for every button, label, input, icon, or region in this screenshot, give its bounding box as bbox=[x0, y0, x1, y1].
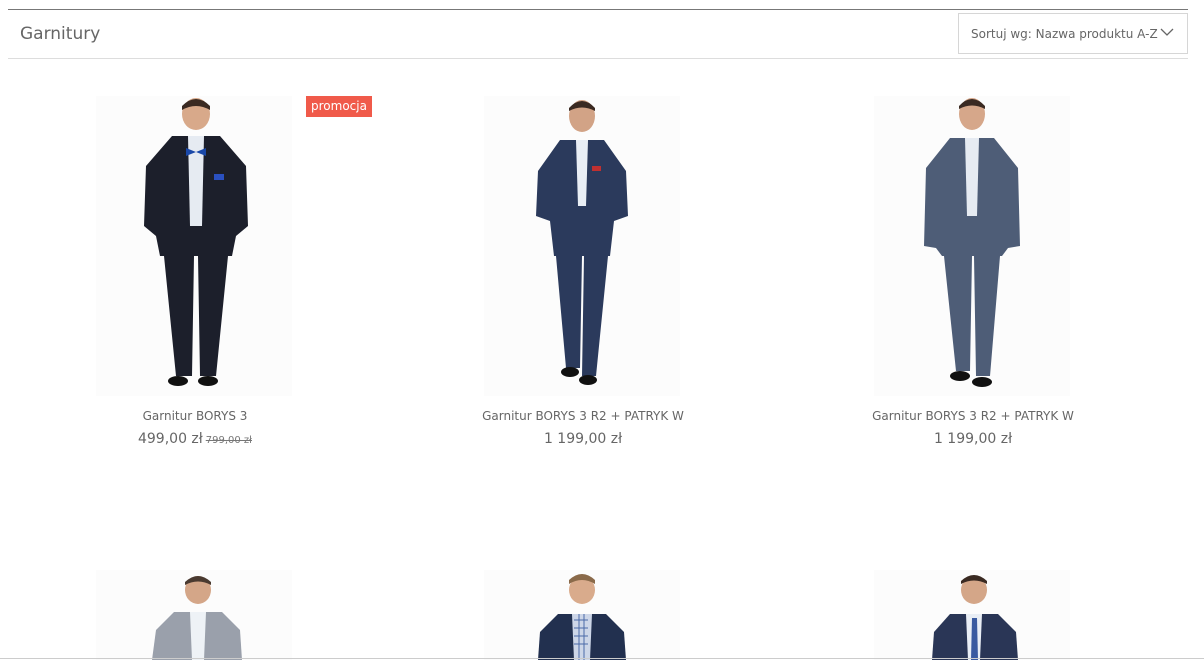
product-name[interactable]: Garnitur BORYS 3 R2 + PATRYK W bbox=[778, 409, 1168, 423]
product-image[interactable] bbox=[874, 570, 1070, 660]
product-price: 1 199,00 zł bbox=[388, 431, 778, 447]
product-price: 499,00 zł 799,00 zł bbox=[0, 431, 390, 447]
product-image[interactable] bbox=[96, 570, 292, 660]
current-price: 1 199,00 zł bbox=[543, 431, 623, 447]
promo-badge: promocja bbox=[306, 96, 372, 117]
divider bbox=[0, 658, 1204, 659]
old-price: 799,00 zł bbox=[205, 435, 253, 446]
sort-select[interactable]: Sortuj wg: Nazwa produktu A-Z bbox=[958, 13, 1188, 54]
current-price: 1 199,00 zł bbox=[933, 431, 1013, 447]
product-name[interactable]: Garnitur BORYS 3 bbox=[0, 409, 390, 423]
product-image[interactable] bbox=[484, 570, 680, 660]
category-header: Garnitury Sortuj wg: Nazwa produktu A-Z bbox=[8, 9, 1188, 59]
product-image[interactable] bbox=[874, 96, 1070, 396]
product-image[interactable] bbox=[484, 96, 680, 396]
product-name[interactable]: Garnitur BORYS 3 R2 + PATRYK W bbox=[388, 409, 778, 423]
chevron-down-icon bbox=[1160, 28, 1174, 36]
product-price: 1 199,00 zł bbox=[778, 431, 1168, 447]
sort-label: Sortuj wg: Nazwa produktu A-Z bbox=[971, 27, 1158, 41]
product-image[interactable] bbox=[96, 96, 292, 396]
current-price: 499,00 zł bbox=[137, 431, 203, 447]
page-title: Garnitury bbox=[20, 24, 101, 44]
